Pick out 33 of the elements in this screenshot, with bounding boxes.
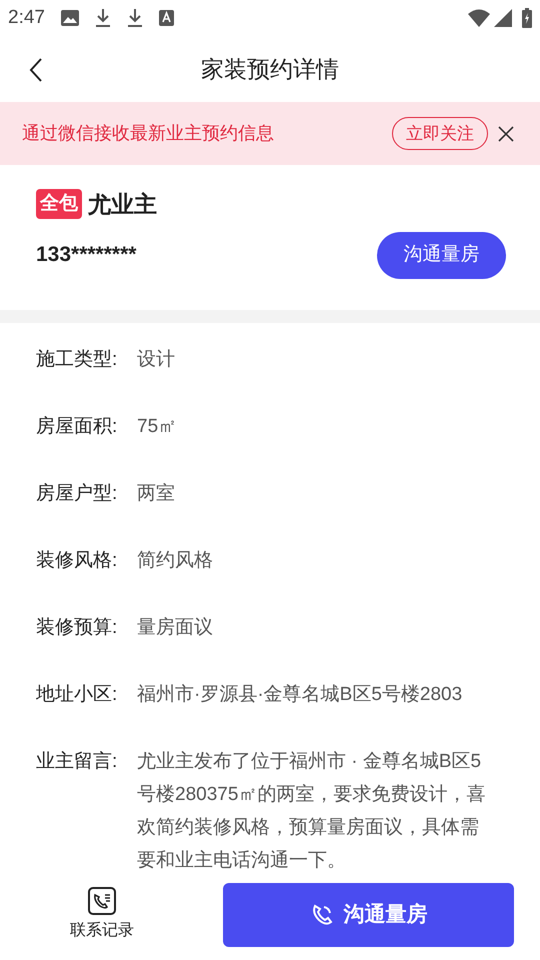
follow-button[interactable]: 立即关注 — [392, 117, 488, 150]
field-value: 设计 — [137, 348, 176, 372]
field-label: 施工类型: — [36, 348, 118, 372]
owner-name: 尤业主 — [88, 190, 157, 219]
field-label: 装修风格: — [36, 549, 118, 573]
package-tag: 全包 — [36, 189, 82, 220]
field-value: 尤业主发布了位于福州市 · 金尊名城B区5号楼280375㎡的两室，要求免费设计，喜欢简约装修风格，预算量房面议，具体需要和业主电话沟通一下。 — [137, 750, 486, 870]
field-value: 简约风格 — [137, 549, 214, 573]
field-value: 两室 — [137, 482, 176, 506]
font-icon — [158, 10, 174, 26]
image-icon — [60, 10, 79, 26]
phone-list-icon — [88, 887, 116, 915]
field-value: 75㎡ — [137, 415, 178, 439]
contact-button[interactable]: 沟通量房 — [377, 232, 506, 278]
field-value: 量房面议 — [137, 616, 214, 640]
field-value: 福州市·罗源县·金尊名城B区5号楼2803 — [137, 683, 464, 707]
field-label: 房屋户型: — [36, 482, 118, 506]
field-label: 地址小区: — [36, 683, 118, 707]
field-label: 业主留言: — [36, 750, 118, 774]
phone-number: 133******** — [36, 242, 136, 268]
call-button[interactable]: 沟通量房 — [223, 883, 514, 947]
field-label: 房屋面积: — [36, 415, 118, 439]
contact-records-button[interactable]: 联系记录 — [10, 887, 194, 943]
field-label: 装修预算: — [36, 616, 118, 640]
close-icon[interactable] — [498, 126, 514, 142]
wifi-icon — [468, 9, 490, 27]
status-time: 2:47 — [8, 6, 45, 30]
download-icon — [94, 8, 111, 28]
notice-text: 通过微信接收最新业主预约信息 — [22, 122, 275, 145]
page-title: 家装预约详情 — [201, 54, 339, 84]
download-icon — [126, 8, 143, 28]
signal-icon — [494, 9, 512, 27]
battery-icon — [522, 8, 532, 28]
